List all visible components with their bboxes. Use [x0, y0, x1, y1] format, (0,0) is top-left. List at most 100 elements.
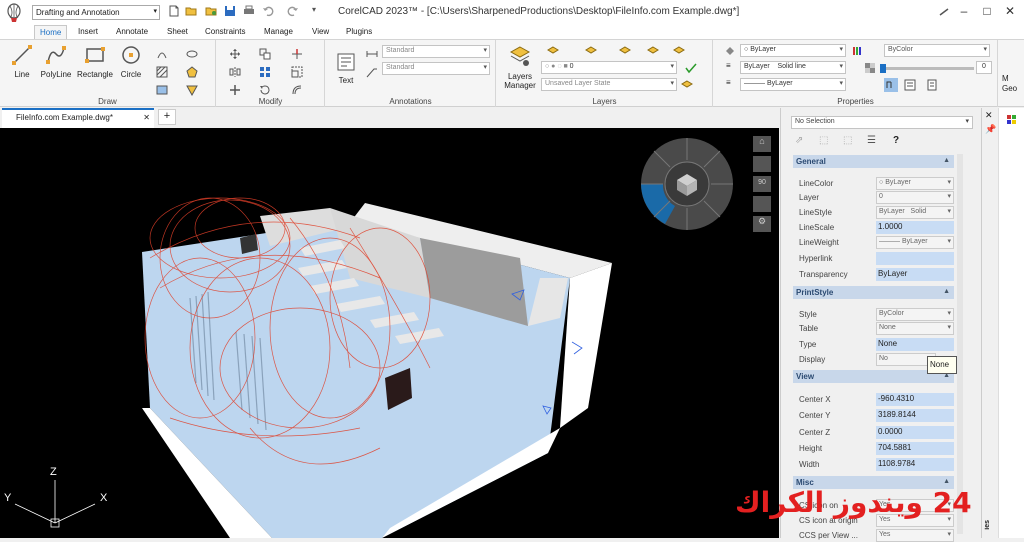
toggle-pickadd-icon[interactable]: ☰	[867, 135, 876, 146]
circle-button[interactable]: Circle	[118, 44, 144, 79]
dim-style-select[interactable]: Standard ▾	[382, 62, 490, 75]
match-properties-icon[interactable]	[904, 79, 916, 91]
tab-manage[interactable]: Manage	[264, 27, 293, 36]
printstyle-select[interactable]: ByColor ▾	[876, 308, 954, 321]
close-button[interactable]: ✕	[1003, 4, 1017, 18]
scale-icon[interactable]	[291, 66, 303, 78]
workspace-select[interactable]: Drafting and Annotation ▾	[32, 5, 160, 20]
array-icon[interactable]	[259, 66, 271, 78]
section-general[interactable]: General ▲	[793, 155, 954, 168]
home-view-icon[interactable]: ⌂	[753, 136, 771, 152]
hatch-icon[interactable]	[156, 66, 168, 78]
checkmark-icon[interactable]	[685, 62, 697, 74]
add-icon[interactable]	[229, 84, 241, 96]
quick-select-icon[interactable]: ⬚	[843, 135, 852, 146]
paint-bucket-icon[interactable]	[724, 45, 736, 57]
layer-state-icon[interactable]	[681, 79, 693, 91]
ellipse-icon[interactable]	[186, 48, 198, 60]
line-button[interactable]: Line	[10, 44, 34, 79]
print-icon[interactable]	[243, 5, 255, 17]
height-field[interactable]: 704.5881	[876, 442, 954, 455]
layer-tool-icon[interactable]	[647, 45, 659, 57]
copy-icon[interactable]	[259, 48, 271, 60]
triangle-icon[interactable]	[186, 84, 198, 96]
palette-icon[interactable]	[1006, 114, 1018, 126]
quick-properties-icon[interactable]	[884, 78, 898, 92]
undo-icon[interactable]	[262, 5, 274, 17]
tab-home[interactable]: Home	[34, 25, 68, 39]
type-field[interactable]: None	[876, 338, 954, 351]
layer-select[interactable]: ○ ● ◌ ■ 0 ▾	[541, 61, 677, 74]
lineweight-select[interactable]: ——— ByLayer ▾	[740, 78, 846, 91]
hyperlink-field[interactable]	[876, 252, 954, 265]
help-button[interactable]: ?	[889, 135, 903, 149]
arc-icon[interactable]	[156, 48, 168, 60]
color-select[interactable]: ○ ByLayer ▾	[740, 44, 846, 57]
info-icon[interactable]	[938, 6, 950, 18]
tab-sheet[interactable]: Sheet	[167, 27, 188, 36]
save-icon[interactable]	[224, 5, 236, 17]
region-icon[interactable]	[156, 84, 168, 96]
color-bars-icon[interactable]	[852, 45, 864, 57]
pin-icon[interactable]: 📌	[985, 124, 996, 135]
open-folder-icon[interactable]	[185, 5, 197, 17]
minimize-button[interactable]: –	[957, 4, 971, 18]
transparency-value[interactable]: 0	[976, 61, 992, 74]
qat-customize-icon[interactable]: ▾	[312, 5, 316, 14]
drawing-viewport[interactable]: Z Y X ⌂ 90 ⚙	[0, 128, 779, 538]
pick-icon[interactable]: ⇗	[795, 135, 803, 146]
text-style-select[interactable]: Standard ▾	[382, 45, 490, 58]
rotate-90-button[interactable]: 90	[753, 176, 771, 192]
leader-icon[interactable]	[366, 66, 378, 78]
close-tab-icon[interactable]: ✕	[143, 113, 150, 122]
center-y-field[interactable]: 3189.8144	[876, 409, 954, 422]
tab-insert[interactable]: Insert	[78, 27, 98, 36]
tab-plugins[interactable]: Plugins	[346, 27, 372, 36]
rotate-icon[interactable]	[259, 84, 271, 96]
view-cube[interactable]	[637, 136, 737, 232]
section-printstyle[interactable]: PrintStyle ▲	[793, 286, 954, 299]
new-tab-button[interactable]: +	[158, 109, 176, 125]
linestyle-select[interactable]: ByLayer Solid ▾	[876, 206, 954, 219]
layer-tool-icon[interactable]	[585, 45, 597, 57]
new-file-icon[interactable]	[168, 5, 180, 17]
linescale-field[interactable]: 1.0000	[876, 221, 954, 234]
layer-tool-icon[interactable]	[619, 45, 631, 57]
table-select[interactable]: None ▾	[876, 322, 954, 335]
lineweight-select[interactable]: ——— ByLayer ▾	[876, 236, 954, 249]
layer-tool-icon[interactable]	[547, 45, 559, 57]
selection-select[interactable]: No Selection ▾	[791, 116, 973, 129]
trim-icon[interactable]	[291, 48, 303, 60]
polyline-button[interactable]: PolyLine	[38, 44, 74, 79]
close-icon[interactable]: ✕	[985, 110, 993, 121]
dimension-icon[interactable]	[366, 48, 378, 60]
layer-state-select[interactable]: Unsaved Layer State ▾	[541, 78, 677, 91]
mirror-icon[interactable]	[229, 66, 241, 78]
tab-view[interactable]: View	[312, 27, 329, 36]
rectangle-button[interactable]: Rectangle	[75, 44, 115, 79]
transparency-slider[interactable]	[880, 64, 974, 73]
tab-annotate[interactable]: Annotate	[116, 27, 148, 36]
layer-tool-icon[interactable]	[673, 45, 685, 57]
transparency-field[interactable]: ByLayer	[876, 268, 954, 281]
panel-scrollbar[interactable]	[957, 154, 963, 534]
maximize-button[interactable]: □	[980, 4, 994, 18]
open-recent-icon[interactable]	[205, 5, 217, 17]
plotstyle-select[interactable]: ByColor ▾	[884, 44, 990, 57]
select-objects-icon[interactable]: ⬚	[819, 135, 828, 146]
polygon-icon[interactable]	[186, 66, 198, 78]
move-icon[interactable]	[229, 48, 241, 60]
orbit-icon[interactable]	[753, 156, 771, 172]
tab-constraints[interactable]: Constraints	[205, 27, 245, 36]
document-tab[interactable]: FileInfo.com Example.dwg* ✕	[2, 108, 154, 128]
layers-manager-button[interactable]: Layers Manager	[503, 44, 537, 90]
pan-icon[interactable]	[753, 196, 771, 212]
layer-select[interactable]: 0 ▾	[876, 191, 954, 204]
text-button[interactable]: Text	[334, 52, 358, 85]
settings-gear-icon[interactable]: ⚙	[753, 216, 771, 232]
offset-icon[interactable]	[291, 84, 303, 96]
center-x-field[interactable]: -960.4310	[876, 393, 954, 406]
app-logo-icon[interactable]	[4, 3, 24, 23]
ccs-per-view-select[interactable]: Yes ▾	[876, 529, 954, 542]
linecolor-select[interactable]: ○ ByLayer ▾	[876, 177, 954, 190]
